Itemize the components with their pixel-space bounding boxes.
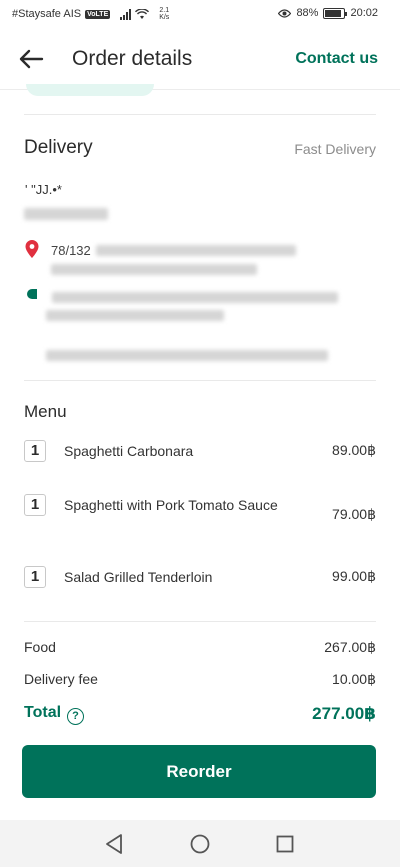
divider bbox=[24, 621, 376, 622]
signal-icon bbox=[120, 8, 132, 20]
delivery-fee-row: Delivery fee 10.00฿ bbox=[24, 671, 376, 687]
total-value: 277.00฿ bbox=[312, 704, 376, 723]
delivery-fee-label: Delivery fee bbox=[24, 671, 98, 687]
nav-back-button[interactable] bbox=[104, 833, 126, 855]
total-label: Total bbox=[24, 704, 62, 721]
battery-percent: 88% bbox=[296, 7, 319, 19]
item-price: 79.00฿ bbox=[332, 506, 376, 522]
delivery-title: Delivery bbox=[24, 137, 93, 158]
battery-icon bbox=[323, 7, 348, 19]
eye-icon bbox=[278, 8, 292, 18]
item-name: Spaghetti Carbonara bbox=[64, 443, 194, 459]
status-right: 88% 20:02 bbox=[278, 7, 378, 19]
divider bbox=[24, 380, 376, 381]
store-marker-icon bbox=[27, 289, 37, 299]
redacted-store-1 bbox=[52, 292, 338, 303]
app-bar: Order details Contact us bbox=[0, 28, 400, 90]
square-recents-icon bbox=[276, 835, 294, 853]
redacted-store-2 bbox=[46, 310, 224, 321]
status-left: #Staysafe AIS VoLTE 2.1 K/s bbox=[12, 7, 171, 21]
nav-home-button[interactable] bbox=[189, 833, 211, 855]
item-price: 99.00฿ bbox=[332, 568, 376, 584]
contact-us-link[interactable]: Contact us bbox=[295, 50, 378, 68]
carrier-name: #Staysafe AIS bbox=[12, 8, 82, 20]
delivery-fee-value: 10.00฿ bbox=[332, 671, 376, 687]
redacted-recipient bbox=[24, 208, 108, 220]
item-quantity: 1 bbox=[24, 440, 46, 462]
map-pin-icon bbox=[25, 240, 39, 258]
total-row: Total? 277.00฿ bbox=[24, 704, 376, 725]
network-speed: 2.1 K/s bbox=[157, 7, 171, 21]
item-name: Spaghetti with Pork Tomato Sauce bbox=[64, 497, 278, 513]
item-quantity: 1 bbox=[24, 494, 46, 516]
food-value: 267.00฿ bbox=[324, 639, 376, 655]
reorder-button[interactable]: Reorder bbox=[22, 745, 376, 798]
wifi-icon bbox=[135, 8, 150, 19]
speed-value: 2.1 bbox=[159, 7, 170, 14]
food-label: Food bbox=[24, 639, 56, 655]
status-pill bbox=[26, 84, 154, 96]
divider bbox=[24, 114, 376, 115]
item-quantity: 1 bbox=[24, 566, 46, 588]
clock: 20:02 bbox=[350, 7, 378, 19]
volte-badge: VoLTE bbox=[85, 9, 111, 19]
status-bar: #Staysafe AIS VoLTE 2.1 K/s 88% 20:02 bbox=[0, 0, 400, 28]
nav-recents-button[interactable] bbox=[275, 833, 297, 855]
redacted-address-2 bbox=[51, 264, 257, 275]
speed-unit: K/s bbox=[159, 14, 170, 21]
question-circle-icon[interactable]: ? bbox=[67, 708, 85, 725]
back-button[interactable] bbox=[18, 48, 44, 70]
menu-title: Menu bbox=[24, 402, 67, 421]
delivery-type: Fast Delivery bbox=[294, 141, 376, 157]
recipient-name: ' "JJ.•* bbox=[25, 182, 62, 197]
item-name: Salad Grilled Tenderloin bbox=[64, 569, 213, 585]
redacted-address-1 bbox=[96, 245, 296, 256]
triangle-back-icon bbox=[106, 834, 122, 854]
item-price: 89.00฿ bbox=[332, 442, 376, 458]
circle-home-icon bbox=[190, 834, 210, 854]
page-title: Order details bbox=[72, 47, 193, 70]
system-nav-bar bbox=[0, 820, 400, 867]
arrow-left-icon bbox=[19, 49, 44, 69]
redacted-note bbox=[46, 350, 328, 361]
food-row: Food 267.00฿ bbox=[24, 639, 376, 655]
address-number: 78/132 bbox=[51, 243, 91, 258]
